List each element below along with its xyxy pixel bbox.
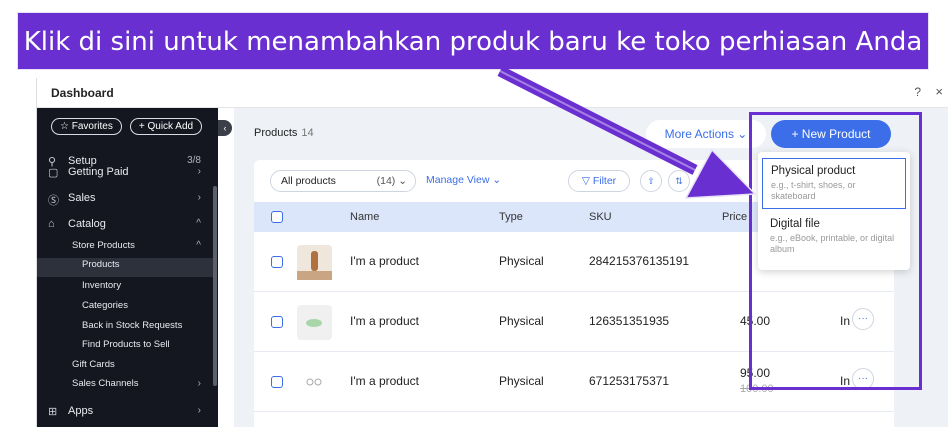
sidebar-item-store-products[interactable]: Store Products ^ (37, 239, 215, 257)
column-name[interactable]: Name (350, 211, 379, 223)
column-price[interactable]: Price (722, 211, 747, 223)
title-bar: Dashboard ? × (37, 78, 948, 108)
more-actions-button[interactable]: More Actions ⌄ (646, 120, 766, 148)
column-sku[interactable]: SKU (589, 211, 612, 223)
sidebar-item-inventory[interactable]: Inventory (37, 279, 215, 297)
menu-item-desc: e.g., eBook, printable, or digital album (770, 233, 895, 254)
sidebar-item-back-in-stock[interactable]: Back in Stock Requests (37, 319, 215, 337)
product-sku: 284215376135191 (589, 254, 690, 268)
collapse-sidebar-icon[interactable]: ‹ (218, 120, 232, 136)
product-name: I'm a product (350, 254, 419, 268)
chevron-right-icon: › (197, 166, 201, 177)
wallet-icon: ▢ (48, 167, 59, 179)
product-thumbnail (297, 365, 332, 400)
chevron-up-icon: ^ (196, 240, 201, 251)
sidebar-item-products[interactable]: Products (37, 258, 215, 277)
product-thumbnail (297, 245, 332, 280)
all-products-label: All products (281, 175, 336, 187)
chevron-right-icon: › (197, 192, 201, 203)
search-input[interactable]: arch (706, 174, 726, 186)
sidebar-item-sales-channels[interactable]: Sales Channels › (37, 377, 215, 395)
sidebar-item-label: Inventory (82, 280, 122, 291)
product-type: Physical (499, 314, 544, 328)
sidebar-item-label: Gift Cards (72, 359, 115, 370)
sidebar-item-gift-cards[interactable]: Gift Cards (37, 358, 215, 376)
sidebar-item-label: Sales Channels (72, 378, 139, 389)
sidebar-item-label: Categories (82, 300, 128, 311)
all-products-select[interactable]: All products (14) ⌄ (270, 170, 416, 192)
instruction-banner: Klik di sini untuk menambahkan produk ba… (17, 12, 929, 70)
filter-button[interactable]: ▽ Filter (568, 170, 630, 192)
sidebar-item-label: Back in Stock Requests (82, 320, 183, 331)
menu-item-title: Digital file (770, 218, 820, 230)
sort-icon[interactable]: ⇅ (668, 170, 690, 192)
apps-icon: ⊞ (48, 406, 58, 418)
sidebar-item-categories[interactable]: Categories (37, 299, 215, 317)
sidebar-item-label: Products (82, 259, 120, 270)
manage-view-button[interactable]: Manage View ⌄ (426, 174, 501, 186)
sidebar-item-getting-paid[interactable]: ▢ Getting Paid › (37, 165, 215, 183)
product-count: 14 (301, 127, 314, 139)
sidebar-scrollbar[interactable] (213, 186, 217, 386)
sidebar-item-find-products[interactable]: Find Products to Sell (37, 338, 215, 356)
sidebar-item-sales[interactable]: Ⓢ Sales › (37, 191, 215, 209)
row-checkbox[interactable] (271, 256, 283, 268)
menu-item-physical-product[interactable]: Physical product e.g., t-shirt, shoes, o… (762, 158, 906, 209)
menu-item-title: Physical product (771, 165, 856, 177)
close-icon[interactable]: × (935, 84, 943, 99)
menu-item-digital-file[interactable]: Digital file e.g., eBook, printable, or … (762, 212, 906, 261)
product-sku: 126351351935 (589, 314, 670, 328)
chevron-right-icon: › (197, 378, 201, 389)
sidebar-item-label: Store Products (72, 240, 135, 251)
select-all-checkbox[interactable] (271, 211, 283, 223)
window-title: Dashboard (51, 86, 114, 100)
sidebar-item-label: Find Products to Sell (82, 339, 170, 350)
sidebar-item-label: Sales (68, 192, 96, 204)
sidebar-item-label: Getting Paid (68, 166, 129, 178)
sidebar-item-label: Catalog (68, 218, 106, 230)
quick-add-button[interactable]: + Quick Add (129, 118, 203, 135)
product-name: I'm a product (350, 374, 419, 388)
export-icon[interactable]: ⇧ (640, 170, 662, 192)
row-checkbox[interactable] (271, 376, 283, 388)
column-type[interactable]: Type (499, 211, 523, 223)
catalog-icon: ⌂ (48, 218, 55, 230)
help-icon[interactable]: ? (914, 85, 921, 99)
favorites-button[interactable]: ☆ Favorites (51, 118, 122, 135)
sidebar-item-label: Apps (68, 405, 94, 417)
product-name: I'm a product (350, 314, 419, 328)
dollar-icon: Ⓢ (48, 195, 59, 207)
page-title: Products 14 (254, 127, 314, 139)
new-product-menu: Physical product e.g., t-shirt, shoes, o… (758, 152, 910, 270)
product-thumbnail (297, 305, 332, 340)
chevron-up-icon: ^ (196, 218, 201, 229)
product-sku: 671253175371 (589, 374, 670, 388)
chevron-right-icon: › (197, 405, 201, 416)
sidebar: ☆ Favorites + Quick Add ⚲ Setup 3/8 ▢ Ge… (37, 108, 218, 427)
product-type: Physical (499, 374, 544, 388)
row-checkbox[interactable] (271, 316, 283, 328)
menu-item-desc: e.g., t-shirt, shoes, or skateboard (771, 180, 856, 201)
sidebar-item-catalog[interactable]: ⌂ Catalog ^ (37, 217, 215, 235)
page-title-text: Products (254, 127, 298, 139)
sidebar-item-apps[interactable]: ⊞ Apps › (37, 404, 215, 422)
product-type: Physical (499, 254, 544, 268)
all-products-count: (14) ⌄ (376, 175, 407, 187)
